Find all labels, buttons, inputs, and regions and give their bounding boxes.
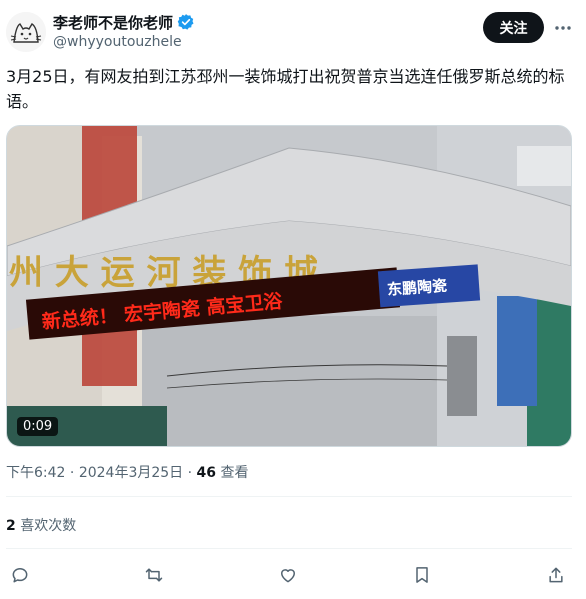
reply-icon[interactable] [9, 564, 31, 586]
heart-icon[interactable] [277, 564, 299, 586]
video-frame: 州 大 运 河 装 饰 城 新总统！ 宏宇陶瓷 高宝卫浴 东鹏陶瓷 [7, 126, 571, 446]
divider [6, 496, 572, 497]
retweet-icon[interactable] [143, 564, 165, 586]
tweet-meta: 下午6:42 · 2024年3月25日 · 46 查看 [6, 462, 248, 482]
bookmark-icon[interactable] [411, 564, 433, 586]
meta-separator: · [187, 465, 197, 481]
author-name-row[interactable]: 李老师不是你老师 [53, 11, 195, 33]
tweet-date[interactable]: 2024年3月25日 [79, 465, 183, 481]
video-duration: 0:09 [17, 417, 59, 436]
video-player[interactable]: 州 大 运 河 装 饰 城 新总统！ 宏宇陶瓷 高宝卫浴 东鹏陶瓷 0:09 [6, 125, 572, 447]
tweet-text: 3月25日，有网友拍到江苏邳州一装饰城打出祝贺普京当选连任俄罗斯总统的标语。 [6, 67, 565, 111]
action-bar [0, 560, 586, 590]
meta-separator: · [69, 465, 79, 481]
author-display-name[interactable]: 李老师不是你老师 [53, 12, 173, 33]
divider [6, 548, 572, 549]
tweet-header: 李老师不是你老师 @whyyoutouzhele 关注 [0, 0, 586, 62]
likes-count: 2 [6, 518, 16, 534]
likes-summary[interactable]: 2 喜欢次数 [6, 515, 76, 535]
likes-label: 喜欢次数 [20, 518, 77, 534]
more-icon[interactable] [553, 18, 573, 38]
follow-button[interactable]: 关注 [483, 12, 544, 43]
views-label: 查看 [220, 465, 249, 481]
views-count: 46 [196, 465, 217, 481]
share-icon[interactable] [545, 564, 567, 586]
avatar[interactable] [6, 12, 46, 52]
verified-badge-icon [177, 14, 194, 30]
author-handle[interactable]: @whyyoutouzhele [53, 34, 182, 50]
tweet-time[interactable]: 下午6:42 [6, 465, 65, 481]
cat-sketch-avatar-icon [6, 12, 46, 52]
